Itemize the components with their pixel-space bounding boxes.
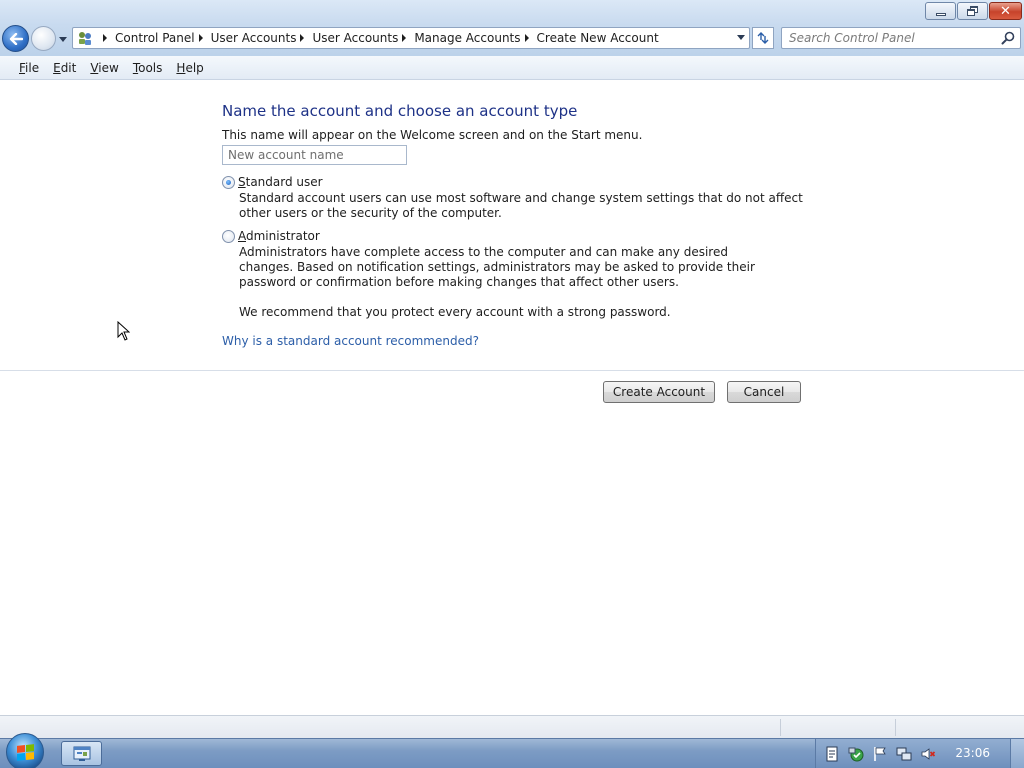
content-pane: Name the account and choose an account t… xyxy=(0,80,1024,715)
breadcrumb-create-new-account[interactable]: Create New Account xyxy=(537,31,659,45)
standard-user-description: Standard account users can use most soft… xyxy=(239,191,803,220)
status-divider xyxy=(780,719,781,736)
back-arrow-icon xyxy=(9,32,23,45)
search-input[interactable] xyxy=(782,28,992,48)
name-instructions: This name will appear on the Welcome scr… xyxy=(222,128,643,142)
control-panel-window-icon xyxy=(73,746,90,761)
status-bar xyxy=(0,715,1024,738)
administrator-radio[interactable] xyxy=(222,230,235,243)
refresh-button[interactable] xyxy=(752,27,774,49)
minimize-icon xyxy=(935,12,946,16)
start-button[interactable] xyxy=(6,733,44,768)
menu-view[interactable]: View xyxy=(83,61,125,75)
window-title-bar: ✕ Control Panel User Accounts User Accou… xyxy=(0,0,1024,56)
taskbar-control-panel-button[interactable] xyxy=(61,741,102,766)
page-title: Name the account and choose an account t… xyxy=(222,102,578,120)
control-panel-icon xyxy=(79,32,91,45)
breadcrumb-separator-icon[interactable] xyxy=(300,34,305,42)
taskbar: 23:06 xyxy=(0,733,1024,768)
breadcrumb-separator-icon[interactable] xyxy=(402,34,407,42)
address-history-dropdown-icon[interactable] xyxy=(737,35,745,40)
taskbar-clock[interactable]: 23:06 xyxy=(955,746,990,760)
standard-user-radio[interactable] xyxy=(222,176,235,189)
breadcrumb-manage-accounts[interactable]: Manage Accounts xyxy=(414,31,520,45)
create-account-button[interactable]: Create Account xyxy=(603,381,715,403)
restore-button[interactable] xyxy=(957,2,988,20)
recent-pages-button[interactable] xyxy=(57,33,69,45)
notification-area: 23:06 xyxy=(815,739,1024,768)
address-bar[interactable]: Control Panel User Accounts User Account… xyxy=(72,27,750,49)
close-button[interactable]: ✕ xyxy=(989,2,1022,20)
breadcrumb-separator-icon xyxy=(103,34,107,42)
breadcrumb-control-panel[interactable]: Control Panel xyxy=(115,31,195,45)
chevron-down-icon xyxy=(59,36,67,42)
volume-muted-icon[interactable] xyxy=(920,746,936,762)
breadcrumb-user-accounts[interactable]: User Accounts xyxy=(312,31,398,45)
account-name-input[interactable] xyxy=(222,145,407,165)
back-button[interactable] xyxy=(2,25,29,52)
separator xyxy=(0,370,1024,371)
security-check-icon[interactable] xyxy=(848,746,864,762)
windows-logo-icon xyxy=(16,743,34,761)
search-icon[interactable] xyxy=(1001,31,1015,45)
administrator-description: Administrators have complete access to t… xyxy=(239,245,755,289)
forward-button[interactable] xyxy=(31,26,56,51)
standard-user-label[interactable]: Standard user xyxy=(238,175,323,189)
refresh-icon xyxy=(757,32,769,44)
administrator-label[interactable]: Administrator xyxy=(238,229,320,243)
menu-edit[interactable]: Edit xyxy=(46,61,83,75)
breadcrumb-separator-icon[interactable] xyxy=(524,34,529,42)
status-divider xyxy=(895,719,896,736)
cancel-button[interactable]: Cancel xyxy=(727,381,801,403)
document-icon[interactable] xyxy=(824,746,840,762)
menu-bar: File Edit View Tools Help xyxy=(0,56,1024,80)
menu-help[interactable]: Help xyxy=(169,61,210,75)
menu-tools[interactable]: Tools xyxy=(126,61,170,75)
why-standard-account-link[interactable]: Why is a standard account recommended? xyxy=(222,334,479,348)
show-desktop-button[interactable] xyxy=(1010,739,1024,768)
minimize-button[interactable] xyxy=(925,2,956,20)
restore-icon xyxy=(966,6,979,16)
mouse-pointer-icon xyxy=(117,321,130,341)
breadcrumb-separator-icon[interactable] xyxy=(198,34,203,42)
close-icon: ✕ xyxy=(1000,3,1011,19)
network-icon[interactable] xyxy=(896,746,912,762)
password-recommendation: We recommend that you protect every acco… xyxy=(239,305,671,319)
menu-file[interactable]: File xyxy=(12,61,46,75)
search-box[interactable] xyxy=(781,27,1021,49)
breadcrumb-user-accounts-category[interactable]: User Accounts xyxy=(211,31,297,45)
action-center-flag-icon[interactable] xyxy=(872,746,888,762)
